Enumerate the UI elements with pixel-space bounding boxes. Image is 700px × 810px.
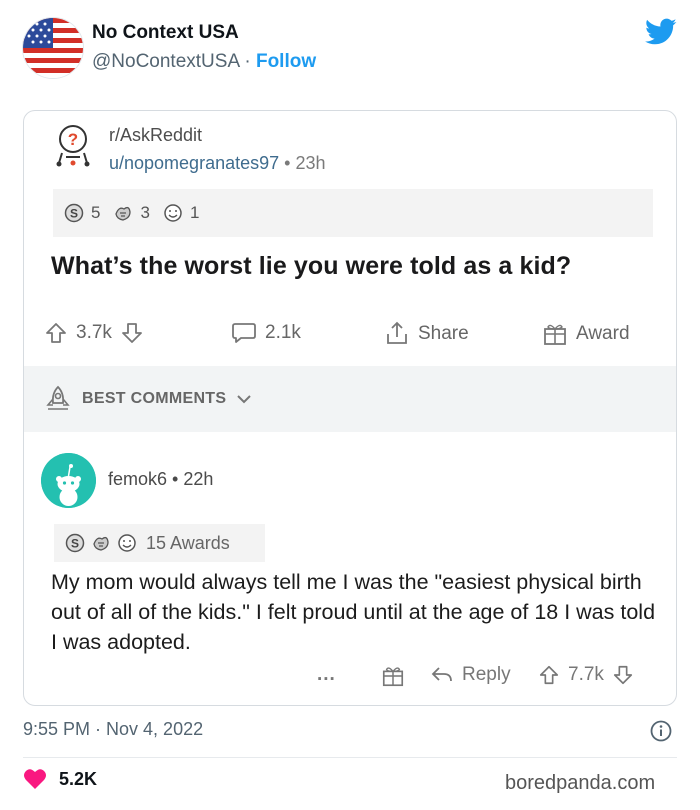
svg-text:S: S bbox=[70, 207, 78, 221]
gift-icon bbox=[544, 324, 566, 345]
comment-body: My mom would always tell me I was the "e… bbox=[51, 570, 656, 654]
display-name[interactable]: No Context USA bbox=[92, 22, 239, 44]
watermark: boredpanda.com bbox=[505, 772, 656, 794]
comments-button[interactable]: 2.1k bbox=[231, 321, 301, 345]
comment-meta: femok6 • 22h bbox=[108, 469, 213, 490]
downvote-icon[interactable] bbox=[120, 321, 144, 345]
askreddit-icon: ? bbox=[56, 125, 90, 167]
comment-author[interactable]: femok6 bbox=[108, 469, 167, 489]
upvote-icon[interactable] bbox=[44, 321, 68, 345]
award-count: 5 bbox=[91, 203, 101, 222]
follow-button[interactable]: Follow bbox=[256, 51, 316, 72]
embedded-reddit-screenshot[interactable]: ? r/AskReddit u/nopomegranates97 • 23h S… bbox=[23, 110, 677, 706]
post-awards-bar[interactable]: S 5 3 1 bbox=[53, 189, 653, 237]
svg-text:?: ? bbox=[68, 130, 78, 149]
comment-sort-dropdown[interactable]: BEST COMMENTS bbox=[24, 366, 676, 432]
handle-row: @NoContextUSA · Follow bbox=[92, 51, 316, 73]
post-action-row: 3.7k 2.1k Share Award bbox=[24, 311, 676, 361]
comment-action-row: ... Reply 7.7k bbox=[24, 661, 676, 695]
tweet-timestamp[interactable]: 9:55 PM · Nov 4, 2022 bbox=[23, 719, 203, 740]
comments-count: 2.1k bbox=[265, 322, 301, 343]
meta-separator: • bbox=[279, 153, 296, 173]
comment-icon bbox=[232, 323, 256, 343]
gift-icon bbox=[382, 667, 404, 687]
comment-age: 22h bbox=[183, 469, 214, 489]
comment-score: 7.7k bbox=[568, 664, 604, 685]
rocket-icon bbox=[46, 385, 70, 410]
post-score: 3.7k bbox=[76, 322, 112, 343]
post-title[interactable]: What’s the worst lie you were told as a … bbox=[51, 252, 571, 281]
comment-awards-count: 15 Awards bbox=[146, 532, 230, 553]
wholesome-award-icon bbox=[162, 202, 184, 224]
comment-avatar[interactable] bbox=[41, 453, 96, 508]
info-icon[interactable] bbox=[650, 720, 672, 742]
helpful-award-icon bbox=[112, 202, 134, 224]
subreddit-name[interactable]: r/AskReddit bbox=[109, 125, 202, 146]
post-age: 23h bbox=[295, 153, 326, 173]
meta-separator: • bbox=[167, 469, 184, 489]
upvote-icon[interactable] bbox=[538, 664, 560, 686]
heart-icon bbox=[24, 769, 46, 789]
share-icon bbox=[387, 321, 407, 344]
silver-award-icon: S bbox=[64, 532, 86, 554]
share-button[interactable]: Share bbox=[384, 321, 469, 347]
handle[interactable]: @NoContextUSA bbox=[92, 51, 239, 72]
handle-separator: · bbox=[239, 51, 256, 72]
snoo-avatar-icon bbox=[41, 453, 96, 508]
sort-label: BEST COMMENTS bbox=[82, 390, 227, 407]
comment-vote-control: 7.7k bbox=[538, 664, 634, 686]
like-count: 5.2K bbox=[59, 768, 98, 789]
award-count: 3 bbox=[140, 203, 150, 222]
reply-icon bbox=[431, 667, 452, 682]
like-button[interactable]: 5.2K bbox=[23, 768, 97, 790]
award-button[interactable]: Award bbox=[542, 321, 630, 347]
silver-award-icon: S bbox=[63, 202, 85, 224]
downvote-icon[interactable] bbox=[612, 664, 634, 686]
comment-awards-bar[interactable]: S 15 Awards bbox=[54, 524, 265, 562]
twitter-bird-icon[interactable] bbox=[645, 18, 677, 46]
wholesome-award-icon bbox=[116, 532, 138, 554]
award-label: Award bbox=[576, 323, 630, 344]
helpful-award-icon bbox=[90, 532, 112, 554]
share-label: Share bbox=[418, 323, 469, 344]
post-author[interactable]: u/nopomegranates97 bbox=[109, 153, 279, 173]
divider bbox=[23, 757, 677, 758]
more-options-button[interactable]: ... bbox=[317, 664, 336, 686]
reply-button[interactable]: Reply bbox=[430, 664, 511, 686]
reply-label: Reply bbox=[462, 664, 511, 685]
comment-award-button[interactable] bbox=[381, 664, 405, 688]
post-meta: u/nopomegranates97 • 23h bbox=[109, 153, 326, 174]
us-flag-icon bbox=[23, 18, 83, 78]
tweet-header: No Context USA @NoContextUSA · Follow bbox=[0, 0, 700, 100]
avatar[interactable] bbox=[22, 17, 84, 79]
award-count: 1 bbox=[189, 203, 200, 222]
vote-control: 3.7k bbox=[44, 321, 144, 345]
svg-text:S: S bbox=[71, 537, 79, 551]
chevron-down-icon bbox=[237, 395, 252, 404]
